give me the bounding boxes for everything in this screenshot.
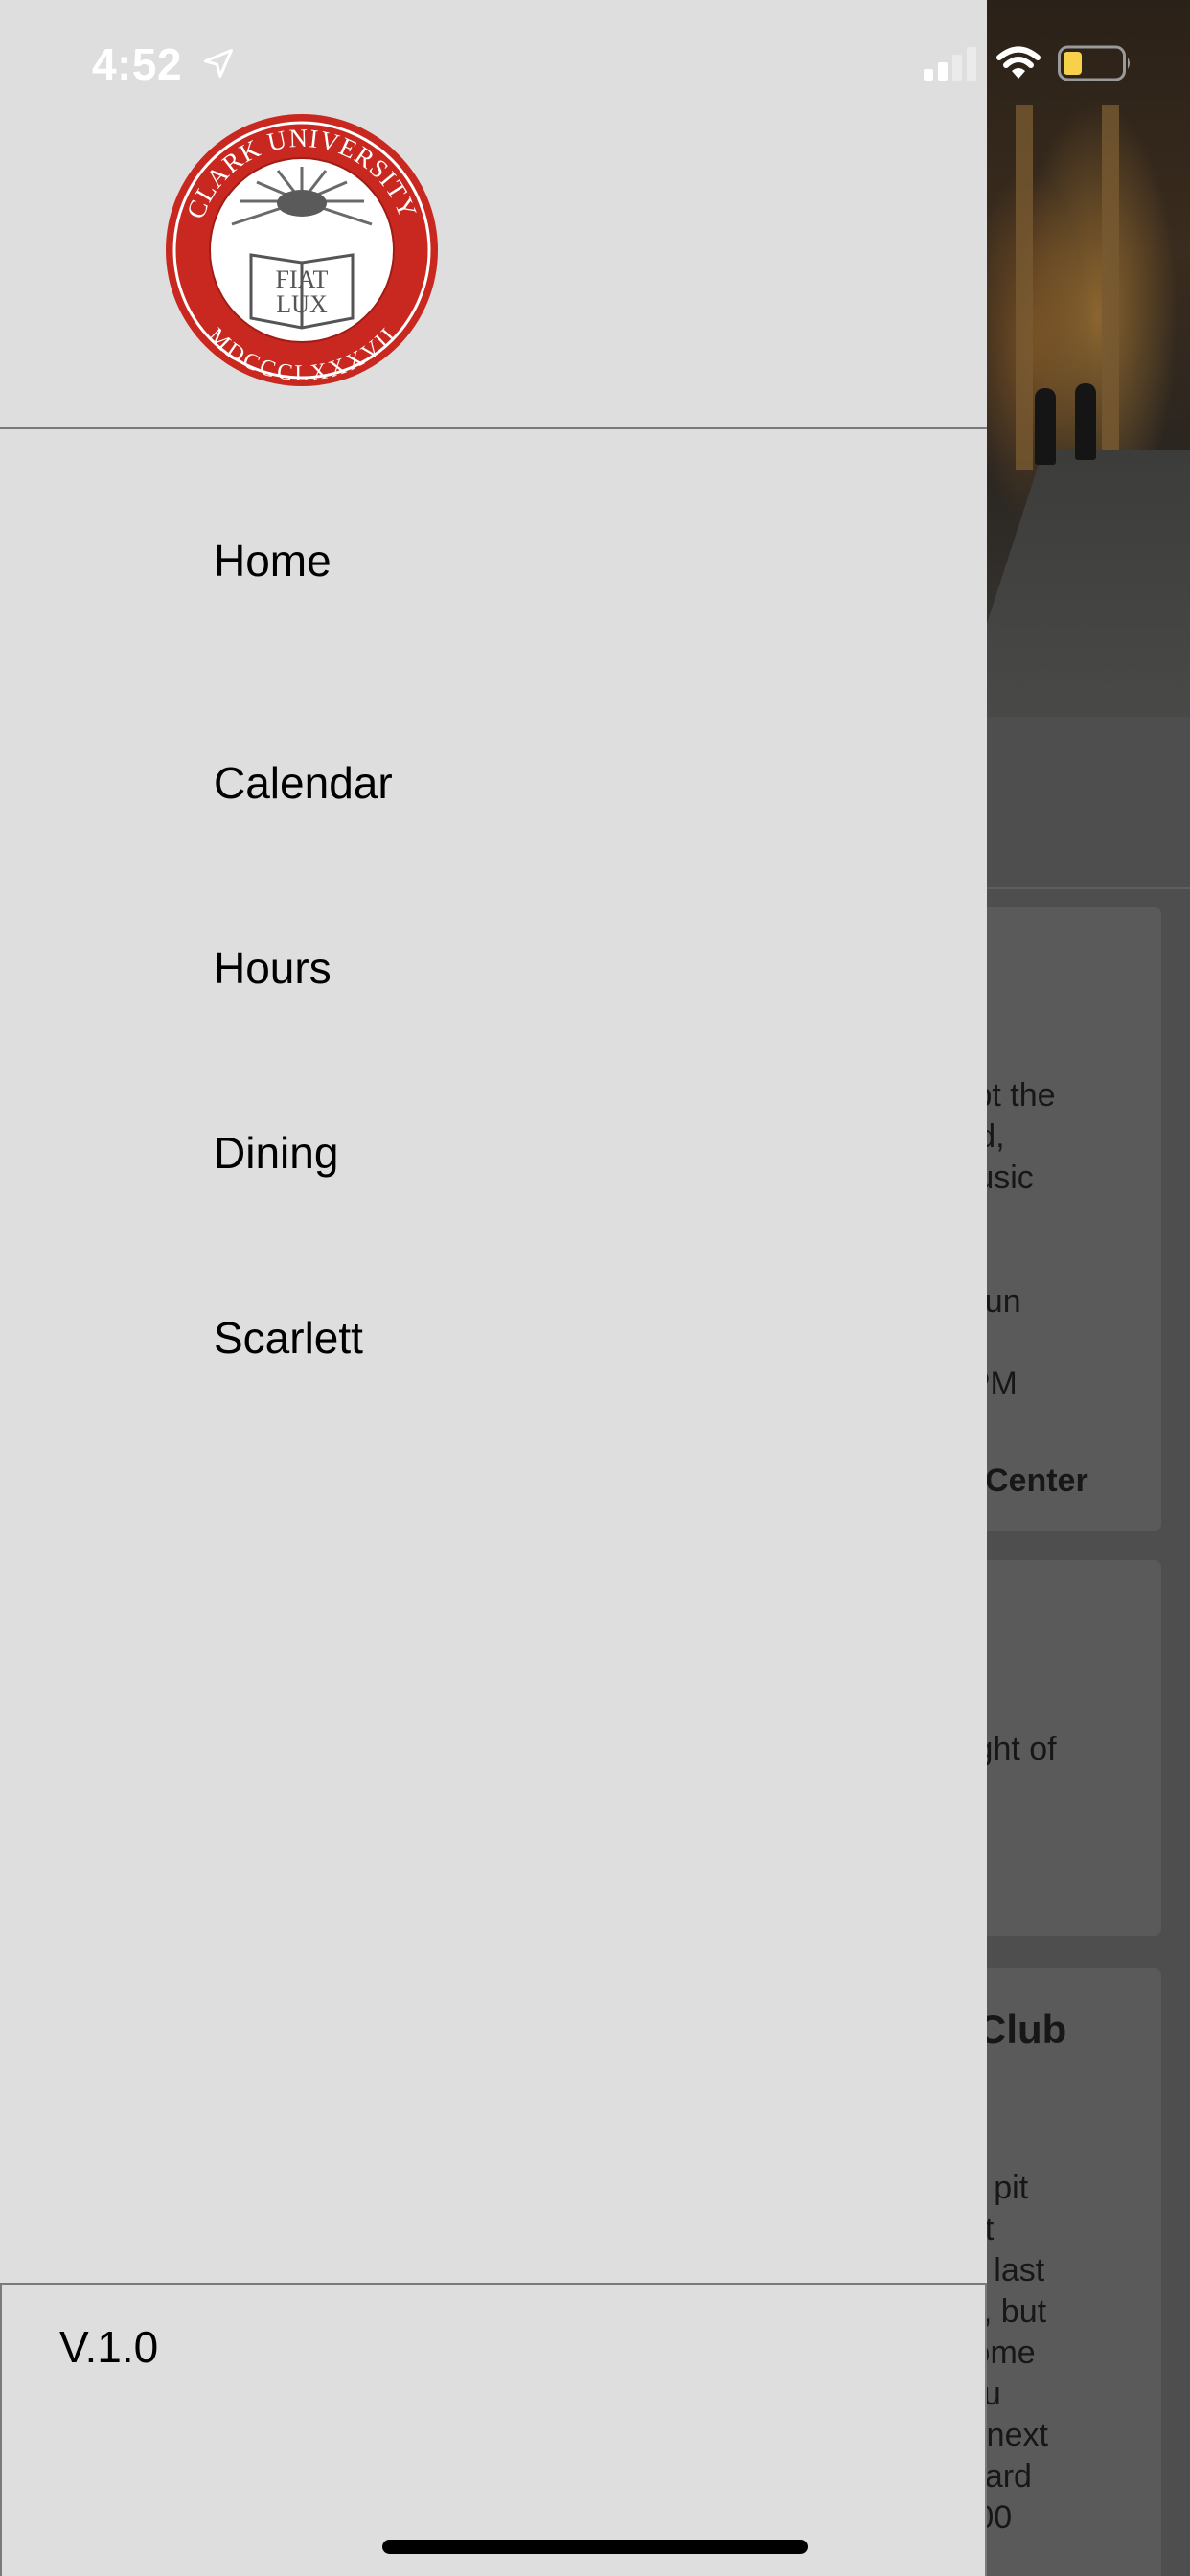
clark-university-seal-icon: FIAT LUX CLARK UNIVERSITY MDCCCLXXXVII xyxy=(166,114,438,386)
event-location: Center xyxy=(985,1462,1088,1499)
status-time: 4:52 xyxy=(92,39,183,89)
drawer-menu: Home Calendar Hours Dining Scarlett xyxy=(0,431,987,1430)
svg-text:FIAT: FIAT xyxy=(276,265,329,293)
location-arrow-icon xyxy=(204,49,233,78)
menu-item-label: Dining xyxy=(214,1127,339,1178)
wifi-icon xyxy=(996,46,1041,79)
menu-item-hours[interactable]: Hours xyxy=(0,875,987,1060)
menu-item-dining[interactable]: Dining xyxy=(0,1060,987,1245)
battery-icon xyxy=(1058,45,1130,81)
home-indicator[interactable] xyxy=(382,2540,808,2554)
menu-item-home[interactable]: Home xyxy=(0,431,987,690)
menu-item-scarlett[interactable]: Scarlett xyxy=(0,1245,987,1430)
menu-item-calendar[interactable]: Calendar xyxy=(0,690,987,875)
drawer-footer: V.1.0 xyxy=(0,2283,987,2576)
menu-item-label: Hours xyxy=(214,942,332,993)
version-label: V.1.0 xyxy=(59,2322,159,2372)
menu-item-label: Scarlett xyxy=(214,1312,363,1363)
hero-pillar xyxy=(1102,105,1119,470)
navigation-drawer: FIAT LUX CLARK UNIVERSITY MDCCCLXXXVII H… xyxy=(0,0,987,2576)
hero-person xyxy=(1075,383,1096,460)
event-title: Club xyxy=(977,2007,1067,2052)
cellular-signal-icon xyxy=(924,47,976,80)
menu-item-label: Calendar xyxy=(214,757,393,808)
menu-item-label: Home xyxy=(214,536,332,586)
svg-text:LUX: LUX xyxy=(276,290,328,318)
hero-person xyxy=(1035,388,1056,465)
hero-pillar xyxy=(1016,105,1033,470)
status-indicators xyxy=(924,44,1133,82)
